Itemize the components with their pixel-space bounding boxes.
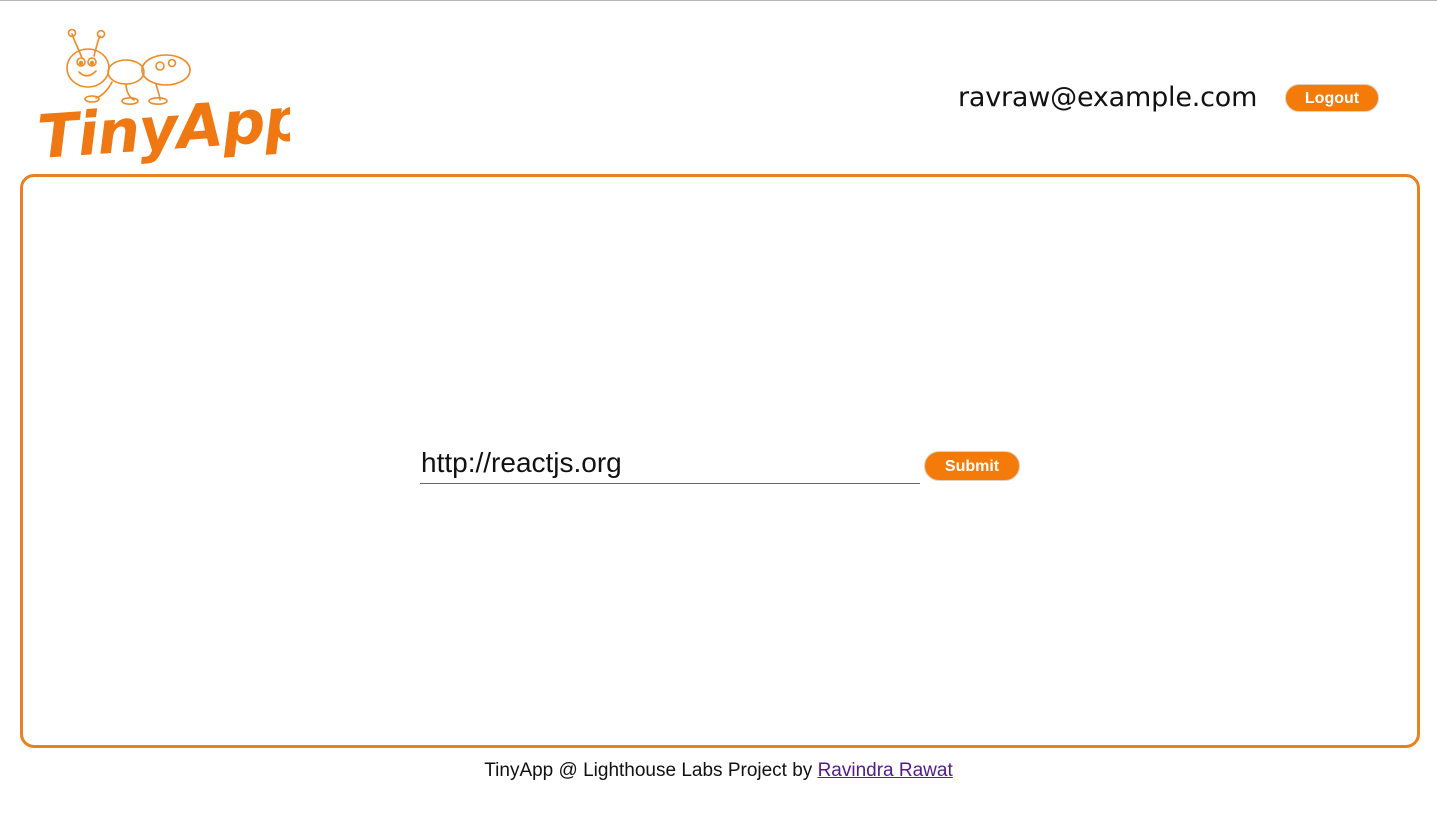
tinyapp-logo[interactable]: TinyApp bbox=[34, 26, 308, 173]
long-url-input[interactable] bbox=[420, 442, 920, 484]
ant-logo-icon: TinyApp bbox=[35, 28, 308, 173]
logout-button[interactable]: Logout bbox=[1285, 84, 1379, 112]
user-email: ravraw@example.com bbox=[958, 82, 1258, 113]
footer: TinyApp @ Lighthouse Labs Project by Rav… bbox=[0, 760, 1437, 782]
submit-button[interactable]: Submit bbox=[924, 451, 1020, 481]
logo-wordmark: TinyApp bbox=[35, 84, 290, 166]
author-link[interactable]: Ravindra Rawat bbox=[818, 760, 953, 781]
top-divider bbox=[0, 0, 1437, 1]
footer-text: TinyApp @ Lighthouse Labs Project by bbox=[484, 760, 818, 781]
